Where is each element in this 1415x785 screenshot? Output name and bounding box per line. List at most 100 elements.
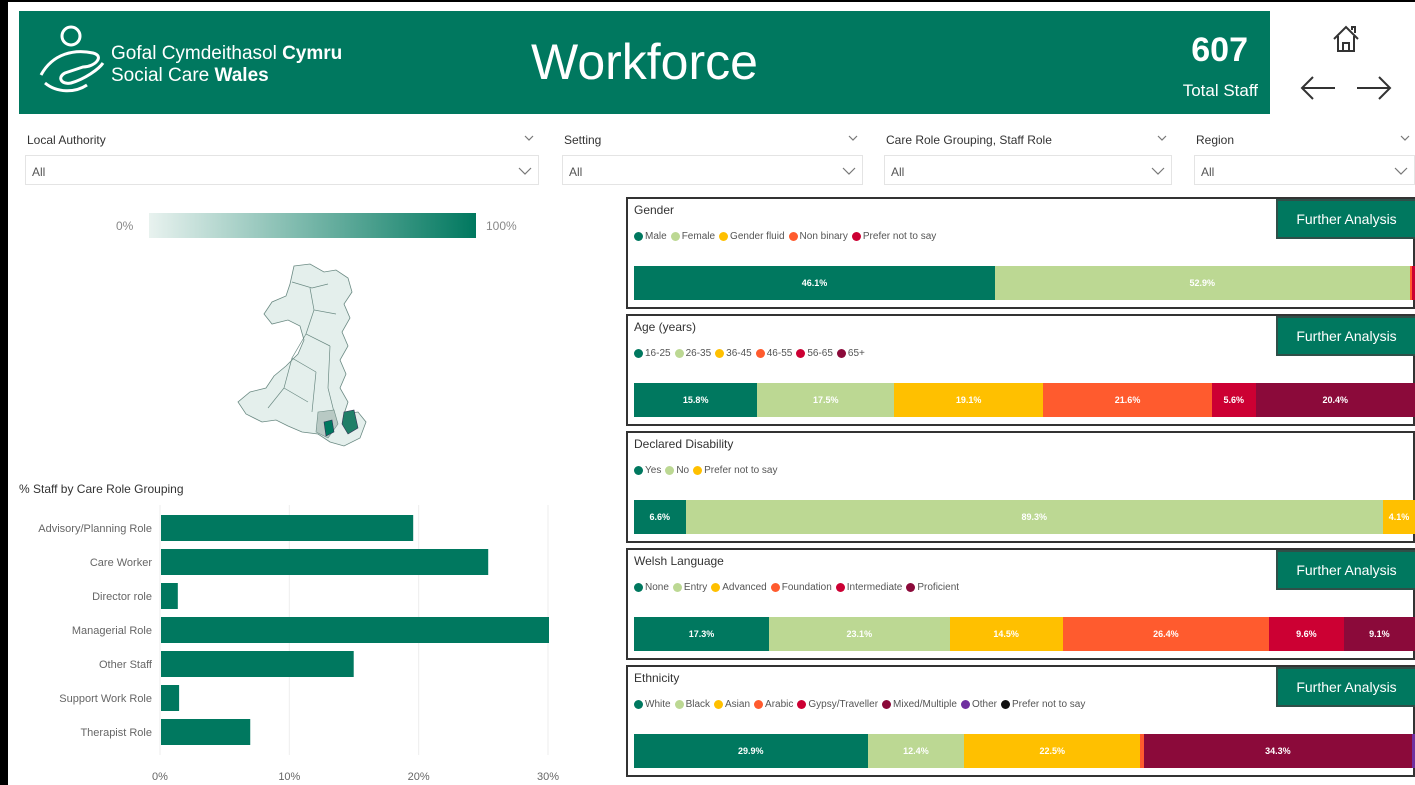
arrow-left-icon[interactable]: [1299, 73, 1337, 103]
legend-label: 46-55: [766, 348, 793, 359]
legend-item[interactable]: Arabic: [754, 699, 793, 710]
legend-item[interactable]: None: [634, 582, 669, 593]
legend-item[interactable]: 56-65: [796, 348, 833, 359]
local-authority-dropdown[interactable]: All: [25, 155, 539, 185]
arrow-right-icon[interactable]: [1355, 73, 1393, 103]
legend-item[interactable]: 16-25: [634, 348, 671, 359]
legend-item[interactable]: Non binary: [788, 231, 848, 242]
legend-item[interactable]: White: [634, 699, 671, 710]
bar-advisory-planning-role[interactable]: [161, 515, 414, 541]
legend-dot-icon: [670, 232, 680, 241]
page-title: Workforce: [531, 34, 758, 90]
legend-item[interactable]: Yes: [634, 465, 661, 476]
legend-dot-icon: [835, 583, 845, 592]
chevron-down-icon[interactable]: [847, 132, 859, 144]
wales-map[interactable]: [232, 262, 382, 452]
legend-item[interactable]: Other: [960, 699, 997, 710]
legend-item[interactable]: 36-45: [715, 348, 752, 359]
bar-segment[interactable]: 89.3%: [685, 500, 1383, 534]
legend-label: Prefer not to say: [1011, 699, 1086, 710]
bar-segment[interactable]: 9.1%: [1343, 617, 1415, 651]
legend-dot-icon: [836, 349, 846, 358]
region-dropdown[interactable]: All: [1194, 155, 1415, 185]
bar-segment[interactable]: 21.6%: [1043, 383, 1212, 417]
bar-segment[interactable]: 15.8%: [634, 383, 758, 417]
legend-item[interactable]: 46-55: [755, 348, 793, 359]
bar-segment[interactable]: 22.5%: [964, 734, 1141, 768]
x-tick-label: 30%: [537, 771, 559, 783]
legend-item[interactable]: Gypsy/Traveller: [797, 699, 878, 710]
bar-therapist-role[interactable]: [161, 719, 251, 745]
role-chart-title: % Staff by Care Role Grouping: [19, 482, 184, 496]
legend-label: Other: [971, 699, 997, 710]
legend-item[interactable]: Asian: [714, 699, 750, 710]
legend-item[interactable]: Prefer not to say: [693, 465, 778, 476]
further-analysis-button[interactable]: Further Analysis: [1276, 316, 1415, 356]
legend-item[interactable]: Advanced: [711, 582, 767, 593]
care-role-dropdown[interactable]: All: [884, 155, 1172, 185]
bar-support-work-role[interactable]: [161, 685, 180, 711]
setting-dropdown[interactable]: All: [562, 155, 863, 185]
bar-segment[interactable]: 14.5%: [949, 617, 1063, 651]
further-analysis-button[interactable]: Further Analysis: [1276, 550, 1415, 590]
bar-segment[interactable]: 5.6%: [1211, 383, 1256, 417]
legend-item[interactable]: Mixed/Multiple: [882, 699, 957, 710]
legend-dot-icon: [719, 232, 729, 241]
bar-segment[interactable]: 17.3%: [634, 617, 770, 651]
bar-segment[interactable]: 46.1%: [634, 266, 996, 300]
filter-value: All: [569, 165, 583, 179]
panel-title: Welsh Language: [634, 554, 724, 568]
bar-segment[interactable]: 6.6%: [634, 500, 686, 534]
bar-segment[interactable]: [1411, 734, 1415, 768]
bar-care-worker[interactable]: [161, 549, 489, 575]
bar-other-staff[interactable]: [161, 651, 354, 677]
filter-label: Care Role Grouping, Staff Role: [886, 133, 1052, 147]
legend-item[interactable]: Entry: [672, 582, 708, 593]
chevron-down-icon[interactable]: [1399, 132, 1411, 144]
legend-item[interactable]: Intermediate: [835, 582, 902, 593]
panel-legend: Male Female Gender fluid Non binary Prefer n…: [634, 231, 940, 242]
bar-director-role[interactable]: [161, 583, 178, 609]
legend-dot-icon: [882, 700, 892, 709]
bar-segment[interactable]: 4.1%: [1382, 500, 1415, 534]
bar-segment[interactable]: 34.3%: [1143, 734, 1412, 768]
legend-item[interactable]: Black: [674, 699, 710, 710]
legend-item[interactable]: Prefer not to say: [851, 231, 936, 242]
legend-item[interactable]: Prefer not to say: [1000, 699, 1086, 710]
legend-label: Foundation: [781, 582, 832, 593]
bar-segment[interactable]: 17.5%: [757, 383, 895, 417]
legend-label: Yes: [645, 465, 662, 476]
category-label: Director role: [92, 591, 152, 603]
home-icon[interactable]: [1331, 24, 1361, 54]
legend-item[interactable]: Gender fluid: [719, 231, 785, 242]
legend-item[interactable]: Male: [634, 231, 667, 242]
bar-segment[interactable]: 9.6%: [1268, 617, 1344, 651]
bar-segment[interactable]: 23.1%: [769, 617, 950, 651]
legend-item[interactable]: 26-35: [674, 348, 711, 359]
legend-label: 56-65: [807, 348, 833, 359]
bar-segment[interactable]: 26.4%: [1062, 617, 1269, 651]
legend-item[interactable]: Female: [670, 231, 715, 242]
category-label: Advisory/Planning Role: [38, 523, 152, 535]
further-analysis-button[interactable]: Further Analysis: [1276, 199, 1415, 239]
category-label: Therapist Role: [80, 727, 152, 739]
bar-segment[interactable]: 52.9%: [995, 266, 1410, 300]
legend-label: Entry: [683, 582, 708, 593]
legend-item[interactable]: No: [665, 465, 689, 476]
navigation-panel: [1283, 11, 1415, 114]
legend-label: Male: [645, 231, 667, 242]
filter-care-role: Care Role Grouping, Staff Role All: [884, 130, 1172, 186]
bar-segment[interactable]: 29.9%: [634, 734, 868, 768]
legend-item[interactable]: 65+: [836, 348, 865, 359]
legend-dot-icon: [906, 583, 916, 592]
bar-managerial-role[interactable]: [161, 617, 549, 643]
chevron-down-icon[interactable]: [523, 132, 535, 144]
bar-segment[interactable]: 20.4%: [1255, 383, 1415, 417]
bar-segment[interactable]: 12.4%: [867, 734, 965, 768]
panel-title: Declared Disability: [634, 437, 734, 451]
legend-item[interactable]: Foundation: [770, 582, 832, 593]
bar-segment[interactable]: 19.1%: [894, 383, 1044, 417]
legend-item[interactable]: Proficient: [906, 582, 959, 593]
further-analysis-button[interactable]: Further Analysis: [1276, 667, 1415, 707]
chevron-down-icon[interactable]: [1156, 132, 1168, 144]
